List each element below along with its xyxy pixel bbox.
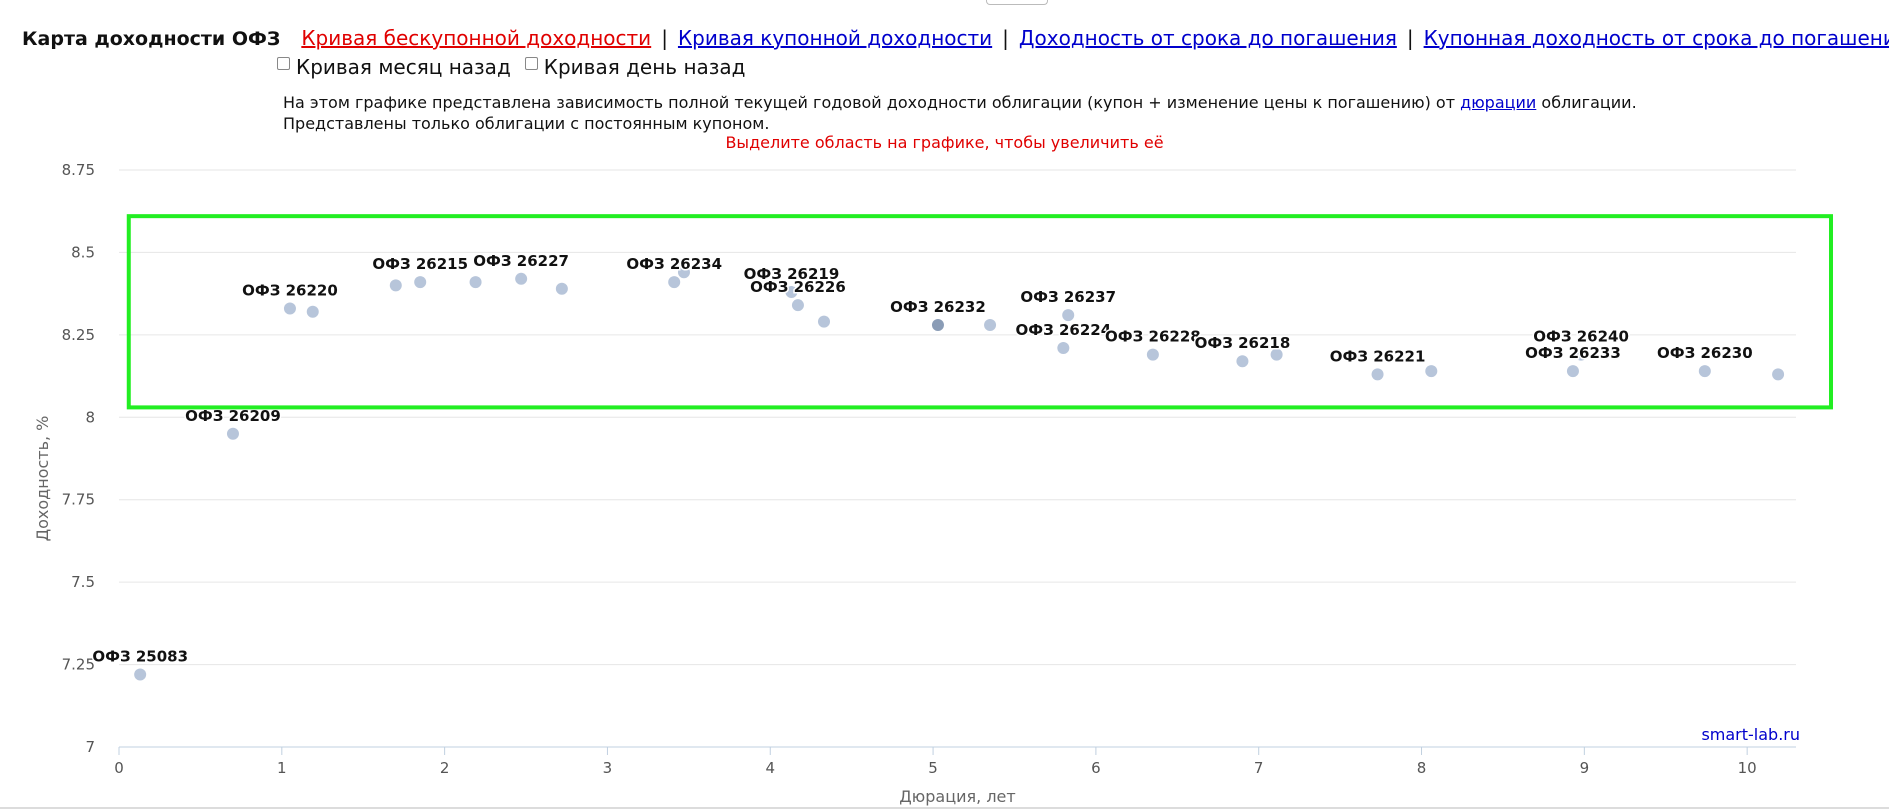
data-point[interactable] <box>1566 365 1579 378</box>
data-label: ОФЗ 26232 <box>890 298 986 316</box>
yield-scatter-chart[interactable]: 7 7.25 7.5 7.75 8 8.25 8.5 8.75 0 1 2 3 4 5 6 7 8 9 10 Дюра… <box>0 0 1889 809</box>
data-point[interactable] <box>1146 348 1159 361</box>
data-label: ОФЗ 26228 <box>1105 328 1201 346</box>
data-point[interactable] <box>414 276 427 289</box>
data-point[interactable] <box>817 315 830 328</box>
data-point[interactable] <box>984 318 997 331</box>
y-tick-label: 8 <box>85 408 95 426</box>
data-point[interactable] <box>931 318 944 331</box>
x-tick-label: 4 <box>765 759 775 777</box>
y-axis-title: Доходность, % <box>33 416 52 542</box>
data-point[interactable] <box>1057 342 1070 355</box>
y-tick-label: 7 <box>85 738 95 756</box>
data-point[interactable] <box>668 276 681 289</box>
data-point[interactable] <box>226 427 239 440</box>
y-tick-label: 7.25 <box>62 656 95 674</box>
x-tick-label: 0 <box>114 759 124 777</box>
data-label: ОФЗ 26215 <box>372 255 468 273</box>
data-label: ОФЗ 25083 <box>92 647 188 665</box>
data-label: ОФЗ 26237 <box>1020 288 1116 306</box>
x-tick-label: 1 <box>277 759 287 777</box>
data-label: ОФЗ 26227 <box>473 252 569 270</box>
x-axis-title: Дюрация, лет <box>899 787 1015 806</box>
data-point[interactable] <box>515 272 528 285</box>
data-point[interactable] <box>283 302 296 315</box>
data-point[interactable] <box>389 279 402 292</box>
data-label: ОФЗ 26230 <box>1657 344 1753 362</box>
data-label: ОФЗ 26233 <box>1525 344 1621 362</box>
data-point[interactable] <box>1772 368 1785 381</box>
data-label: ОФЗ 26240 <box>1533 328 1629 346</box>
y-tick-label: 8.25 <box>62 326 95 344</box>
data-point[interactable] <box>791 299 804 312</box>
x-tick-label: 3 <box>603 759 613 777</box>
data-label: ОФЗ 26234 <box>626 255 722 273</box>
data-label: ОФЗ 26218 <box>1195 334 1291 352</box>
data-label: ОФЗ 26226 <box>750 278 846 296</box>
x-tick-label: 6 <box>1091 759 1101 777</box>
y-tick-label: 7.5 <box>71 573 95 591</box>
data-point[interactable] <box>1425 365 1438 378</box>
data-point[interactable] <box>1236 355 1249 368</box>
data-point[interactable] <box>306 305 319 318</box>
data-point[interactable] <box>134 668 147 681</box>
y-tick-label: 8.75 <box>62 161 95 179</box>
y-tick-label: 7.75 <box>62 491 95 509</box>
smart-lab-credit[interactable]: smart-lab.ru <box>1701 725 1800 744</box>
data-label: ОФЗ 26221 <box>1330 347 1426 365</box>
x-tick-label: 10 <box>1738 759 1757 777</box>
data-label: ОФЗ 26220 <box>242 281 338 299</box>
x-tick-label: 7 <box>1254 759 1264 777</box>
x-tick-label: 9 <box>1580 759 1590 777</box>
data-label: ОФЗ 26209 <box>185 407 281 425</box>
data-point[interactable] <box>1371 368 1384 381</box>
x-tick-label: 2 <box>440 759 450 777</box>
data-point[interactable] <box>555 282 568 295</box>
x-tick-label: 8 <box>1417 759 1427 777</box>
y-tick-label: 8.5 <box>71 243 95 261</box>
data-label: ОФЗ 26224 <box>1015 321 1111 339</box>
data-point[interactable] <box>469 276 482 289</box>
x-tick-label: 5 <box>928 759 938 777</box>
data-point[interactable] <box>1698 365 1711 378</box>
data-point[interactable] <box>1062 309 1075 322</box>
